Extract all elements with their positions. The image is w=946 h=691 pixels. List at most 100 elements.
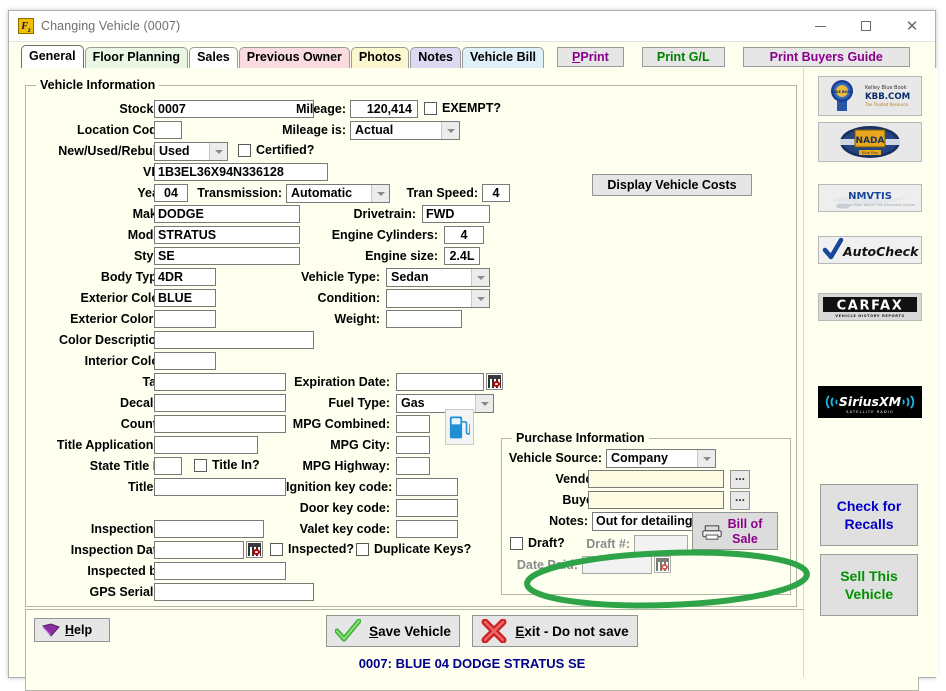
new-used-rebuilt-select[interactable]: Used (154, 142, 228, 161)
svg-text:SATELLITE RADIO: SATELLITE RADIO (846, 410, 894, 414)
chevron-down-icon[interactable] (697, 450, 715, 467)
print-gl-button[interactable]: Print G/L (641, 47, 725, 67)
valet-key-code-input[interactable] (396, 520, 458, 538)
chevron-down-icon[interactable] (471, 290, 489, 307)
ignition-key-code-input[interactable] (396, 478, 458, 496)
vendor-input[interactable] (588, 470, 724, 488)
color-description-input[interactable] (154, 331, 314, 349)
title-in-label: Title In? (212, 458, 260, 472)
tab-photos[interactable]: Photos (350, 47, 410, 68)
title-application-input[interactable] (154, 436, 258, 454)
mpg-highway-input[interactable] (396, 457, 430, 475)
chevron-down-icon[interactable] (475, 395, 493, 412)
display-vehicle-costs-button[interactable]: Display Vehicle Costs (592, 174, 752, 196)
maximize-button[interactable] (843, 11, 889, 41)
duplicate-keys-checkbox[interactable]: Duplicate Keys? (356, 541, 471, 557)
engine-cylinders-input[interactable]: 4 (444, 226, 484, 244)
title-in-checkbox[interactable]: Title In? (194, 457, 260, 473)
vehicle-source-select[interactable]: Company (606, 449, 716, 468)
autocheck-logo[interactable]: AutoCheck (818, 236, 922, 264)
exempt-checkbox[interactable]: EXEMPT? (424, 100, 501, 116)
nmvtis-logo[interactable]: NMVTIS National Motor Vehicle Title Info… (818, 184, 922, 212)
check-for-recalls-button[interactable]: Check for Recalls (820, 484, 918, 546)
siriusxm-logo[interactable]: SiriusXM SATELLITE RADIO (818, 386, 922, 418)
mileage-input[interactable]: 120,414 (350, 100, 418, 118)
year-input[interactable]: 04 (154, 184, 188, 202)
inspected-by-input[interactable] (154, 562, 286, 580)
year-label: Year: (137, 186, 168, 200)
expiration-date-label: Expiration Date: (294, 375, 390, 389)
tab-notes[interactable]: Notes (410, 47, 462, 68)
bill-of-sale-button[interactable]: Bill of Sale (692, 512, 778, 550)
chevron-down-icon[interactable] (471, 269, 489, 286)
mileage-is-label: Mileage is: (282, 123, 346, 137)
body-type-input[interactable]: 4DR (154, 268, 216, 286)
calendar-icon[interactable] (246, 541, 263, 558)
chevron-down-icon[interactable] (441, 122, 459, 139)
mpg-combined-input[interactable] (396, 415, 430, 433)
location-code-input[interactable] (154, 121, 182, 139)
vendor-lookup-button[interactable]: ... (730, 470, 750, 489)
decal-input[interactable] (154, 394, 286, 412)
transmission-select[interactable]: Automatic (286, 184, 390, 203)
inspected-checkbox[interactable]: Inspected? (270, 541, 354, 557)
print-gl-label: Print G/L (656, 50, 710, 64)
chevron-down-icon[interactable] (209, 143, 227, 160)
help-button[interactable]: Help (34, 618, 110, 642)
tab-label: Sales (197, 50, 230, 64)
calendar-icon[interactable] (654, 556, 671, 573)
exit-button[interactable]: Exit - Do not save (472, 615, 638, 647)
exterior-color-2-input[interactable] (154, 310, 216, 328)
interior-color-input[interactable] (154, 352, 216, 370)
title-number-input[interactable] (154, 478, 286, 496)
style-input[interactable]: SE (154, 247, 300, 265)
vehicle-type-select[interactable]: Sedan (386, 268, 490, 287)
sidebar: BLUE BOOK Kelley Blue Book KBB.COM The T… (803, 68, 938, 677)
calendar-icon[interactable] (486, 373, 503, 390)
state-title-in-input[interactable] (154, 457, 182, 475)
inspection-date-label: Inspection Date: (70, 543, 168, 557)
make-input[interactable]: DODGE (154, 205, 300, 223)
engine-size-input[interactable]: 2.4L (444, 247, 480, 265)
vin-input[interactable]: 1B3EL36X94N336128 (154, 163, 328, 181)
print-buyers-guide-button[interactable]: Print Buyers Guide (742, 47, 910, 67)
carfax-logo[interactable]: CARFAX VEHICLE HISTORY REPORTS (818, 293, 922, 321)
tran-speed-input[interactable]: 4 (482, 184, 510, 202)
tab-floor-planning[interactable]: Floor Planning (84, 47, 189, 68)
expiration-date-input[interactable] (396, 373, 484, 391)
weight-input[interactable] (386, 310, 462, 328)
certified-label: Certified? (256, 143, 315, 157)
condition-select[interactable] (386, 289, 490, 308)
drivetrain-input[interactable]: FWD (422, 205, 490, 223)
tag-input[interactable] (154, 373, 286, 391)
certified-checkbox[interactable]: Certified? (238, 142, 314, 158)
nada-logo[interactable]: NADA Blue Plus (818, 122, 922, 162)
close-button[interactable]: ✕ (889, 11, 935, 41)
tab-label: Notes (418, 50, 454, 64)
door-key-code-input[interactable] (396, 499, 458, 517)
buyer-lookup-button[interactable]: ... (730, 491, 750, 510)
buyer-input[interactable] (588, 491, 724, 509)
exterior-color-input[interactable]: BLUE (154, 289, 216, 307)
save-vehicle-label: Save Vehicle (369, 623, 451, 639)
tab-general[interactable]: General (21, 45, 84, 68)
book-icon (42, 622, 60, 637)
kbb-logo[interactable]: BLUE BOOK Kelley Blue Book KBB.COM The T… (818, 76, 922, 116)
save-vehicle-button[interactable]: Save Vehicle (326, 615, 460, 647)
tab-previous-owner[interactable]: Previous Owner (238, 47, 350, 68)
tab-sales[interactable]: Sales (189, 47, 238, 68)
inspection-number-input[interactable] (154, 520, 264, 538)
gps-serial-input[interactable] (154, 583, 314, 601)
minimize-button[interactable] (797, 11, 843, 41)
inspection-date-input[interactable] (154, 541, 244, 559)
chevron-down-icon[interactable] (371, 185, 389, 202)
model-input[interactable]: STRATUS (154, 226, 300, 244)
tab-vehicle-bill[interactable]: Vehicle Bill (462, 47, 545, 68)
mileage-is-select[interactable]: Actual (350, 121, 460, 140)
draft-checkbox[interactable]: Draft? (510, 535, 565, 551)
carfax-logo-glyph: CARFAX VEHICLE HISTORY REPORTS (819, 294, 921, 320)
mpg-city-input[interactable] (396, 436, 430, 454)
print-button[interactable]: PPrint (557, 47, 624, 67)
sell-this-vehicle-button[interactable]: Sell This Vehicle (820, 554, 918, 616)
county-input[interactable] (154, 415, 286, 433)
